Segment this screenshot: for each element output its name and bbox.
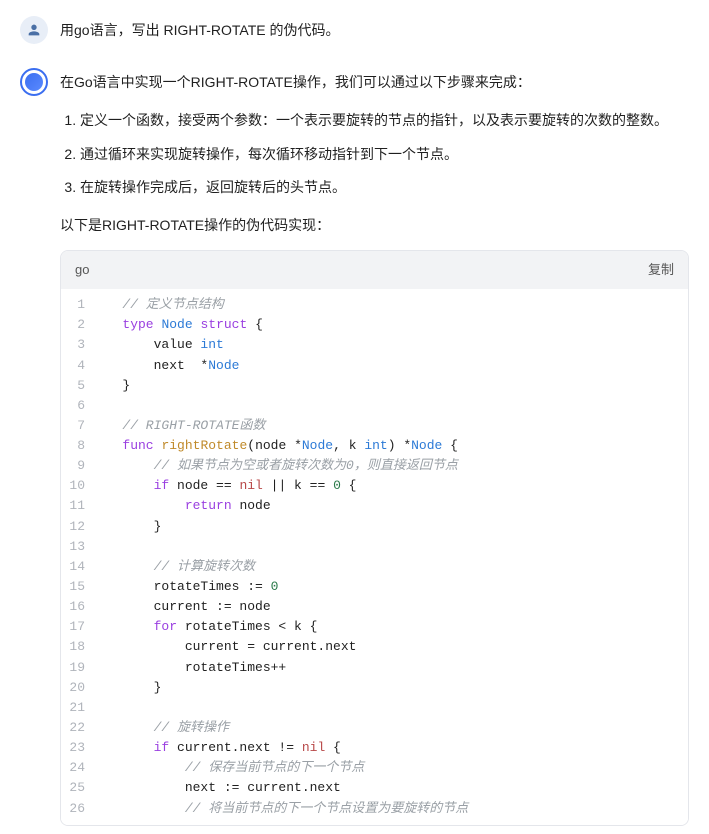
code-line: 17 for rotateTimes < k { [61,617,688,637]
code-line: 24 // 保存当前节点的下一个节点 [61,758,688,778]
list-item: 定义一个函数，接受两个参数：一个表示要旋转的节点的指针，以及表示要旋转的次数的整… [80,109,689,133]
line-number: 20 [61,678,99,698]
line-number: 26 [61,799,99,819]
line-content: // 将当前节点的下一个节点设置为要旋转的节点 [99,799,688,819]
code-line: 5 } [61,376,688,396]
code-line: 2 type Node struct { [61,315,688,335]
list-item: 在旋转操作完成后，返回旋转后的头节点。 [80,176,689,200]
line-content: // 旋转操作 [99,718,688,738]
line-content: return node [99,496,688,516]
code-line: 12 } [61,517,688,537]
code-lang-label: go [75,259,89,281]
line-number: 22 [61,718,99,738]
line-content: if node == nil || k == 0 { [99,476,688,496]
code-line: 11 return node [61,496,688,516]
line-content [99,537,688,557]
code-line: 14 // 计算旋转次数 [61,557,688,577]
bot-subhead: 以下是RIGHT-ROTATE操作的伪代码实现： [60,214,689,238]
code-header: go 复制 [61,251,688,289]
copy-button[interactable]: 复制 [648,259,674,281]
code-line: 4 next *Node [61,356,688,376]
line-number: 18 [61,637,99,657]
code-line: 25 next := current.next [61,778,688,798]
line-content: // 保存当前节点的下一个节点 [99,758,688,778]
code-line: 20 } [61,678,688,698]
bot-avatar [20,68,48,96]
line-number: 24 [61,758,99,778]
code-line: 3 value int [61,335,688,355]
line-content: rotateTimes++ [99,658,688,678]
code-line: 22 // 旋转操作 [61,718,688,738]
line-content [99,396,688,416]
line-number: 6 [61,396,99,416]
code-line: 1 // 定义节点结构 [61,295,688,315]
line-number: 25 [61,778,99,798]
line-content: type Node struct { [99,315,688,335]
code-line: 9 // 如果节点为空或者旋转次数为0，则直接返回节点 [61,456,688,476]
code-line: 19 rotateTimes++ [61,658,688,678]
code-block: go 复制 1 // 定义节点结构2 type Node struct {3 v… [60,250,689,826]
line-number: 10 [61,476,99,496]
line-number: 8 [61,436,99,456]
line-content: value int [99,335,688,355]
line-number: 21 [61,698,99,718]
line-number: 19 [61,658,99,678]
code-body: 1 // 定义节点结构2 type Node struct {3 value i… [61,289,688,825]
code-line: 18 current = current.next [61,637,688,657]
line-content: // RIGHT-ROTATE函数 [99,416,688,436]
line-number: 11 [61,496,99,516]
code-line: 6 [61,396,688,416]
user-avatar [20,16,48,44]
code-line: 10 if node == nil || k == 0 { [61,476,688,496]
line-content: rotateTimes := 0 [99,577,688,597]
code-line: 15 rotateTimes := 0 [61,577,688,597]
line-content: func rightRotate(node *Node, k int) *Nod… [99,436,688,456]
line-number: 17 [61,617,99,637]
line-number: 5 [61,376,99,396]
code-line: 26 // 将当前节点的下一个节点设置为要旋转的节点 [61,799,688,819]
user-prompt: 用go语言，写出 RIGHT-ROTATE 的伪代码。 [60,16,689,44]
line-number: 1 [61,295,99,315]
line-content: } [99,678,688,698]
bot-body: 在Go语言中实现一个RIGHT-ROTATE操作，我们可以通过以下步骤来完成： … [60,68,689,826]
line-content: current = current.next [99,637,688,657]
line-content: next *Node [99,356,688,376]
code-line: 21 [61,698,688,718]
line-content: // 计算旋转次数 [99,557,688,577]
bot-intro: 在Go语言中实现一个RIGHT-ROTATE操作，我们可以通过以下步骤来完成： [60,71,689,95]
line-number: 14 [61,557,99,577]
line-content: // 定义节点结构 [99,295,688,315]
line-content: } [99,376,688,396]
line-number: 7 [61,416,99,436]
line-number: 12 [61,517,99,537]
bot-message: 在Go语言中实现一个RIGHT-ROTATE操作，我们可以通过以下步骤来完成： … [0,52,709,834]
line-content [99,698,688,718]
user-message: 用go语言，写出 RIGHT-ROTATE 的伪代码。 [0,0,709,52]
line-number: 4 [61,356,99,376]
line-number: 23 [61,738,99,758]
line-content: for rotateTimes < k { [99,617,688,637]
step-list: 定义一个函数，接受两个参数：一个表示要旋转的节点的指针，以及表示要旋转的次数的整… [80,109,689,200]
line-number: 15 [61,577,99,597]
line-number: 16 [61,597,99,617]
line-number: 2 [61,315,99,335]
line-number: 13 [61,537,99,557]
line-number: 3 [61,335,99,355]
code-line: 7 // RIGHT-ROTATE函数 [61,416,688,436]
line-content: if current.next != nil { [99,738,688,758]
list-item: 通过循环来实现旋转操作，每次循环移动指针到下一个节点。 [80,143,689,167]
line-content: next := current.next [99,778,688,798]
code-line: 8 func rightRotate(node *Node, k int) *N… [61,436,688,456]
line-content: // 如果节点为空或者旋转次数为0，则直接返回节点 [99,456,688,476]
line-content: current := node [99,597,688,617]
bot-swirl-icon [25,73,43,91]
user-icon [26,22,42,38]
code-line: 23 if current.next != nil { [61,738,688,758]
code-line: 16 current := node [61,597,688,617]
code-line: 13 [61,537,688,557]
line-number: 9 [61,456,99,476]
line-content: } [99,517,688,537]
